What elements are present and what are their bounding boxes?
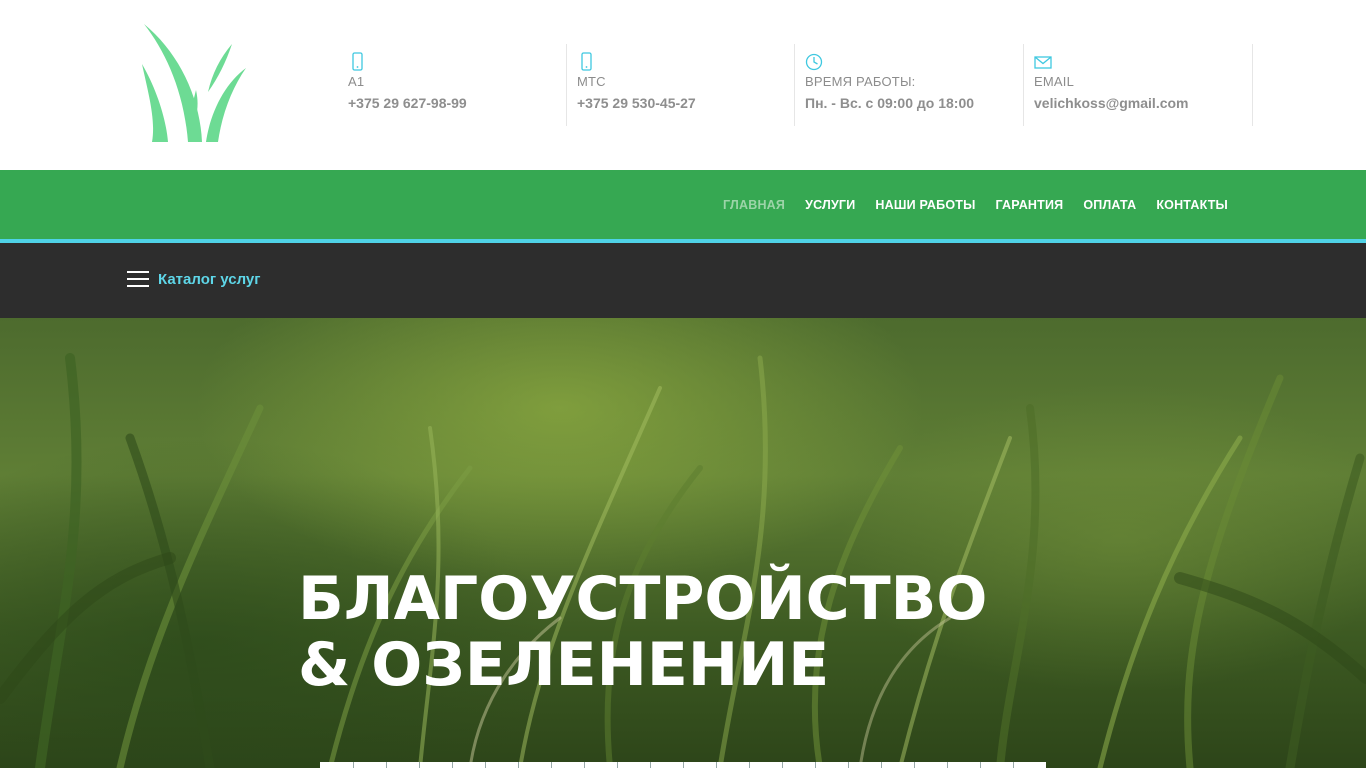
- hero-title-line-2: & ОЗЕЛЕНЕНИЕ: [298, 630, 830, 700]
- grass-background-image: [0, 353, 1366, 768]
- working-hours: Пн. - Вс. с 09:00 до 18:00: [805, 95, 975, 111]
- contact-label: EMAIL: [1034, 74, 1075, 89]
- hero-title: БЛАГОУСТРОЙСТВО & ОЗЕЛЕНЕНИЕ: [298, 566, 987, 698]
- email-link[interactable]: velichkoss@gmail.com: [1034, 95, 1252, 111]
- hero-banner: БЛАГОУСТРОЙСТВО & ОЗЕЛЕНЕНИЕ: [0, 318, 1366, 768]
- site-header: A1 +375 29 627-98-99 МТС +375 29 530-45-…: [0, 0, 1366, 170]
- contact-label: ВРЕМЯ РАБОТЫ:: [805, 74, 916, 89]
- divider: [1252, 44, 1253, 126]
- contact-label: A1: [348, 74, 365, 89]
- contact-label: МТС: [577, 74, 606, 89]
- hero-decor-strip: [320, 762, 1046, 768]
- phone-link[interactable]: +375 29 627-98-99: [348, 95, 566, 111]
- nav-item-services[interactable]: УСЛУГИ: [805, 198, 855, 212]
- envelope-icon: [1034, 56, 1052, 69]
- main-nav: ГЛАВНАЯ УСЛУГИ НАШИ РАБОТЫ ГАРАНТИЯ ОПЛА…: [0, 170, 1366, 239]
- grass-logo-icon[interactable]: [126, 22, 250, 144]
- phone-link[interactable]: +375 29 530-45-27: [577, 95, 794, 111]
- contact-a1: A1 +375 29 627-98-99: [338, 44, 566, 126]
- catalog-button[interactable]: Каталог услуг: [158, 271, 261, 288]
- mobile-phone-icon: [352, 52, 363, 71]
- catalog-bar: Каталог услуг: [0, 243, 1366, 318]
- mobile-phone-icon: [581, 52, 592, 71]
- hamburger-menu-icon[interactable]: [127, 271, 149, 287]
- nav-item-our-works[interactable]: НАШИ РАБОТЫ: [875, 198, 975, 212]
- contact-hours: ВРЕМЯ РАБОТЫ: Пн. - Вс. с 09:00 до 18:00: [794, 44, 1023, 126]
- nav-item-payment[interactable]: ОПЛАТА: [1083, 198, 1136, 212]
- nav-item-warranty[interactable]: ГАРАНТИЯ: [996, 198, 1064, 212]
- contact-mts: МТС +375 29 530-45-27: [566, 44, 794, 126]
- clock-icon: [805, 53, 823, 71]
- nav-item-home[interactable]: ГЛАВНАЯ: [723, 198, 785, 212]
- contact-email: EMAIL velichkoss@gmail.com: [1023, 44, 1252, 126]
- hero-title-line-1: БЛАГОУСТРОЙСТВО: [298, 564, 988, 634]
- nav-item-contacts[interactable]: КОНТАКТЫ: [1156, 198, 1228, 212]
